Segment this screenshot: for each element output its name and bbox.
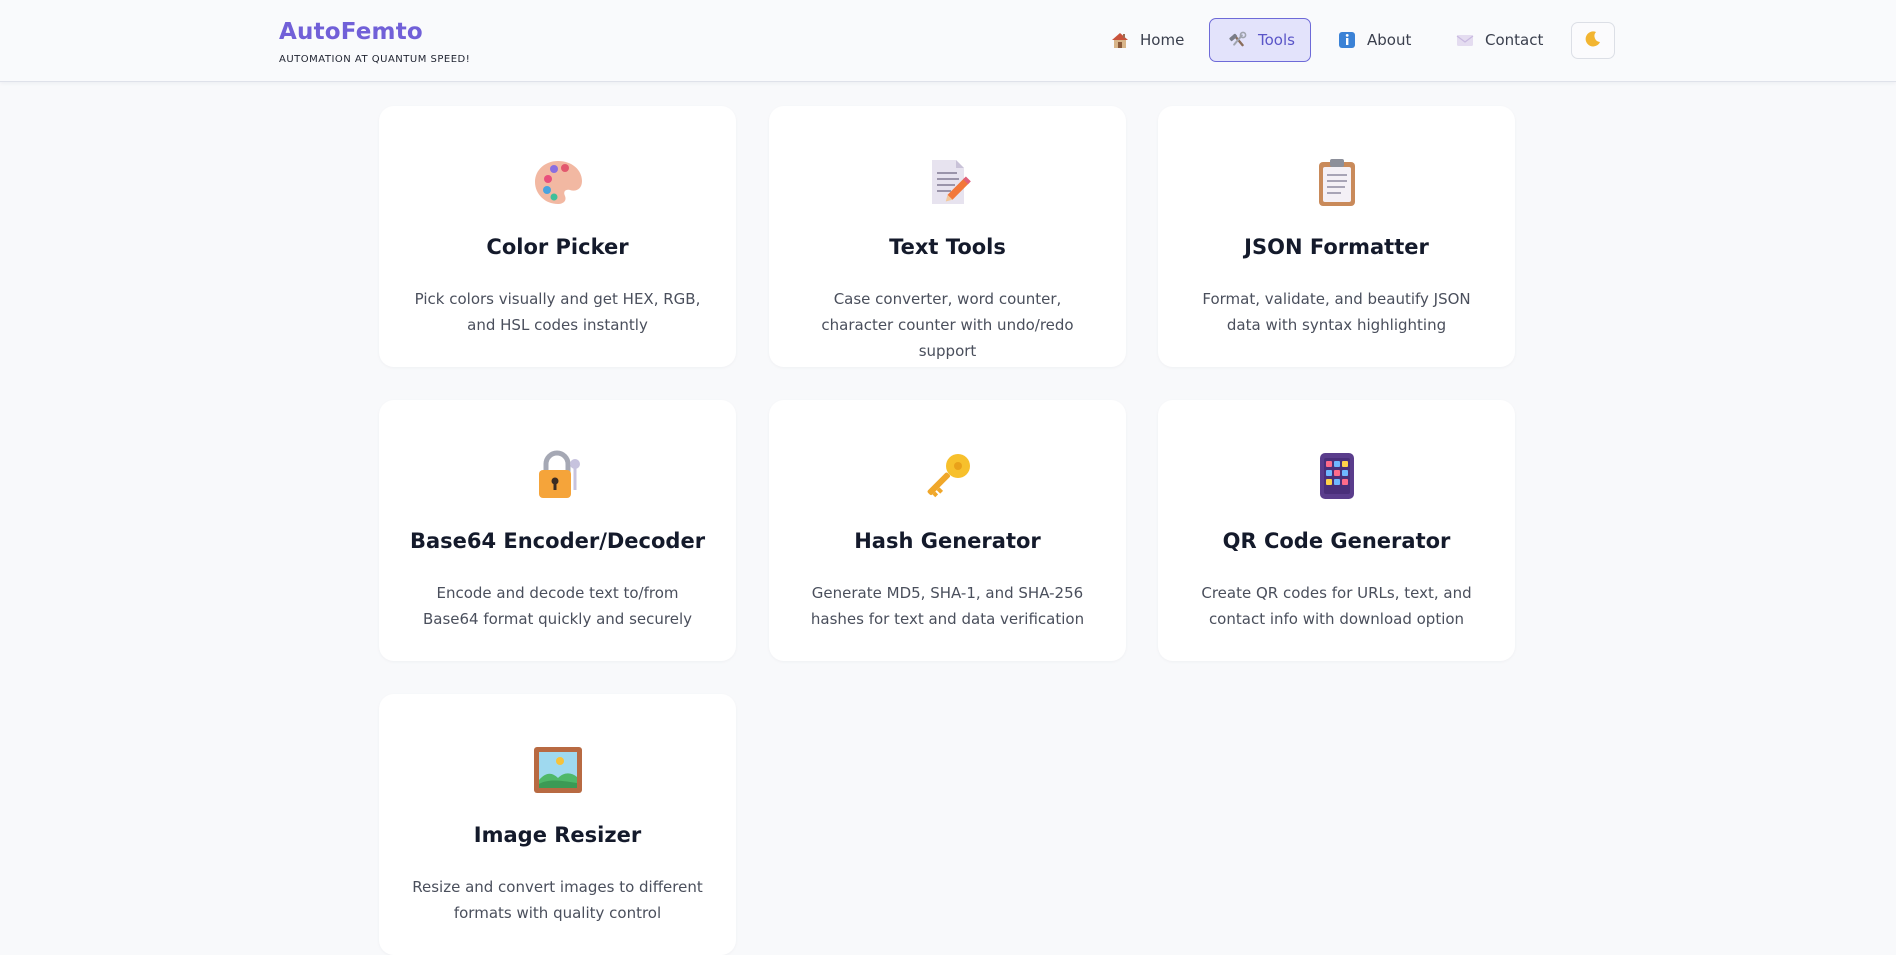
tool-card-image-resizer[interactable]: Image Resizer Resize and convert images … (379, 694, 736, 955)
site-header: AutoFemto AUTOMATION AT QUANTUM SPEED! H… (0, 0, 1896, 82)
card-description: Resize and convert images to different f… (412, 878, 703, 922)
framed-picture-icon (532, 744, 584, 796)
nav-home-label: Home (1140, 31, 1185, 49)
tool-card-color-picker[interactable]: Color Picker Pick colors visually and ge… (379, 106, 736, 367)
card-title: Base64 Encoder/Decoder (409, 529, 706, 553)
card-description: Create QR codes for URLs, text, and cont… (1201, 584, 1472, 628)
house-icon (1110, 30, 1130, 50)
nav-about-label: About (1367, 31, 1412, 49)
nav-about[interactable]: About (1337, 18, 1413, 62)
lock-key-icon (532, 450, 584, 502)
nav-contact-label: Contact (1485, 31, 1544, 49)
memo-pencil-icon (922, 156, 974, 208)
palette-icon (532, 156, 584, 208)
card-title: Color Picker (486, 235, 629, 259)
card-description: Pick colors visually and get HEX, RGB, a… (414, 290, 701, 334)
card-title: QR Code Generator (1222, 529, 1451, 553)
tool-card-base64[interactable]: Base64 Encoder/Decoder Encode and decode… (379, 400, 736, 661)
theme-toggle-button[interactable] (1571, 22, 1615, 59)
card-title: Text Tools (889, 235, 1006, 259)
hammer-wrench-icon (1228, 30, 1248, 50)
card-description: Generate MD5, SHA-1, and SHA-256 hashes … (810, 584, 1085, 628)
card-description: Case converter, word counter, character … (821, 290, 1074, 360)
clipboard-icon (1311, 156, 1363, 208)
card-title: JSON Formatter (1244, 235, 1429, 259)
nav-tools[interactable]: Tools (1209, 18, 1311, 62)
moon-icon (1583, 29, 1603, 53)
card-description: Encode and decode text to/from Base64 fo… (422, 584, 693, 628)
nav-contact[interactable]: Contact (1455, 18, 1550, 62)
card-description: Format, validate, and beautify JSON data… (1202, 290, 1471, 334)
card-title: Image Resizer (473, 823, 642, 847)
tool-card-text-tools[interactable]: Text Tools Case converter, word counter,… (769, 106, 1126, 367)
card-title: Hash Generator (854, 529, 1041, 553)
nav-tools-label: Tools (1258, 31, 1295, 49)
keypad-icon (1311, 450, 1363, 502)
envelope-icon (1455, 30, 1475, 50)
nav-home[interactable]: Home (1110, 18, 1190, 62)
info-icon (1337, 30, 1357, 50)
tool-card-hash-generator[interactable]: Hash Generator Generate MD5, SHA-1, and … (769, 400, 1126, 661)
key-icon (922, 450, 974, 502)
tool-card-qr-code-generator[interactable]: QR Code Generator Create QR codes for UR… (1158, 400, 1515, 661)
tool-card-json-formatter[interactable]: JSON Formatter Format, validate, and bea… (1158, 106, 1515, 367)
